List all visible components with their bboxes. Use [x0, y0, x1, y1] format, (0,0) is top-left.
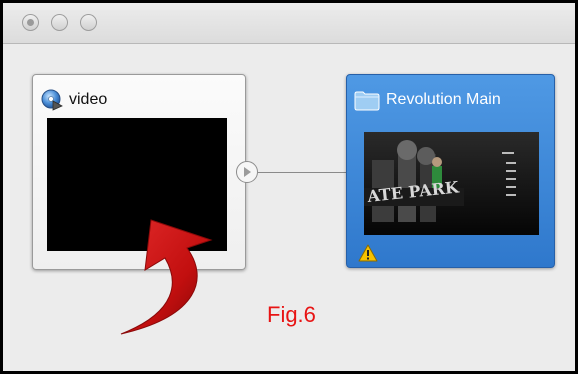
video-node-title: video	[69, 91, 108, 108]
menu-preview-image: ATE PARK	[364, 132, 539, 235]
video-disc-icon	[41, 89, 63, 111]
output-connector[interactable]	[236, 161, 258, 183]
video-node-header: video	[41, 89, 107, 111]
figure-label: Fig.6	[267, 302, 316, 327]
menu-node-title: Revolution Main	[386, 91, 501, 108]
warning-icon[interactable]	[358, 244, 378, 262]
folder-icon	[354, 91, 380, 110]
flow-canvas[interactable]: video Revolution Main ATE PARK Fig.6	[3, 44, 575, 371]
minimize-button[interactable]	[51, 14, 68, 31]
app-window: video Revolution Main ATE PARK Fig.6	[0, 0, 578, 374]
menu-node[interactable]: Revolution Main ATE PARK	[346, 74, 555, 268]
menu-preview: ATE PARK	[364, 132, 539, 235]
close-button[interactable]	[22, 14, 39, 31]
title-bar	[3, 3, 575, 44]
connection-line	[258, 172, 346, 173]
annotation-arrow	[120, 219, 213, 335]
menu-node-header: Revolution Main	[354, 89, 501, 111]
zoom-button[interactable]	[80, 14, 97, 31]
